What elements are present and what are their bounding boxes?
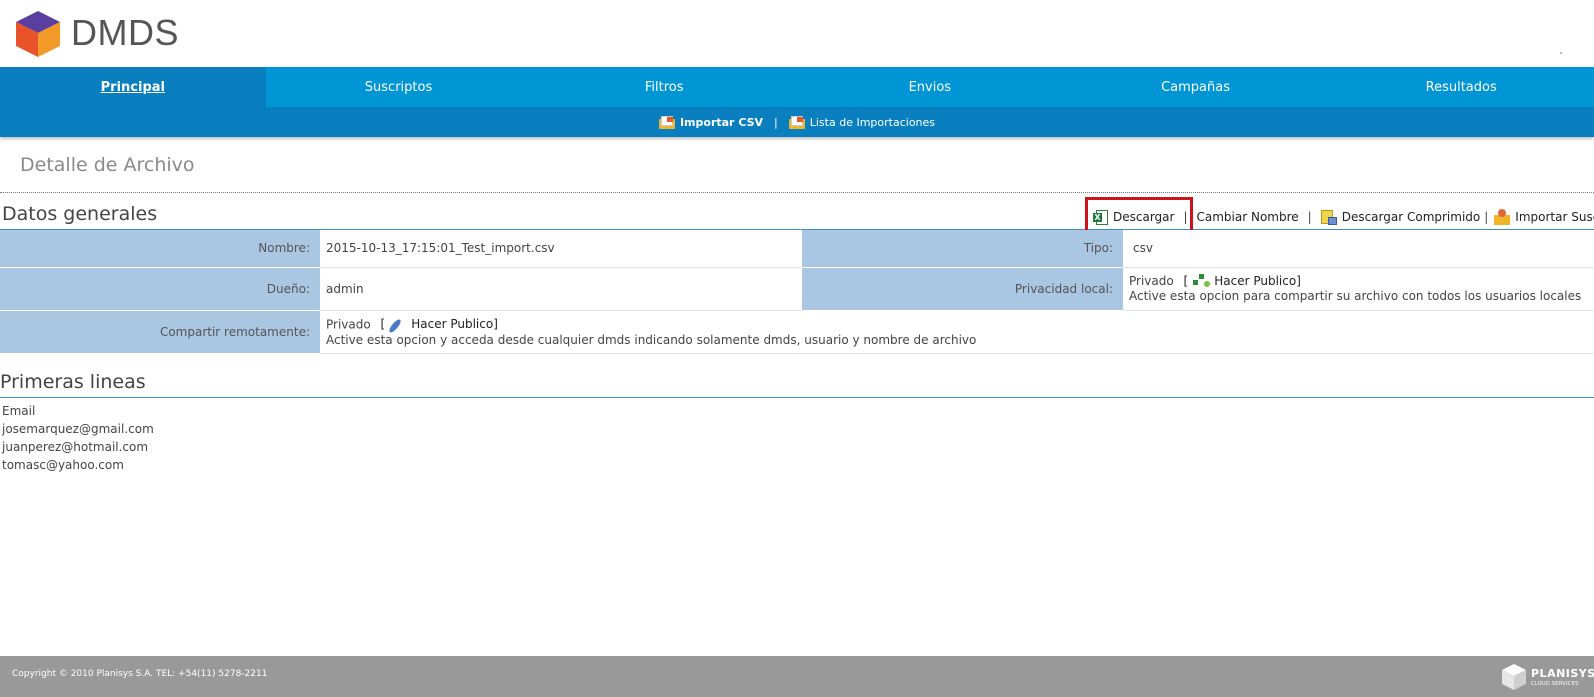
rename-label: Cambiar Nombre	[1196, 210, 1299, 224]
file-details-table: Nombre: 2015-10-13_17:15:01_Test_import.…	[0, 230, 1594, 354]
general-section-title: Datos generales	[2, 203, 158, 225]
owner-label: Dueño:	[0, 267, 320, 311]
main-nav: Principal Suscriptos Filtros Envios Camp…	[0, 67, 1594, 107]
feather-icon	[387, 317, 407, 334]
remote-share-label: Compartir remotamente:	[0, 310, 320, 354]
first-lines-list: Email josemarquez@gmail.com juanperez@ho…	[2, 402, 154, 474]
remote-share-cell: Privado [ Hacer Publico] Active esta opc…	[320, 310, 1594, 354]
network-share-icon	[1192, 274, 1211, 288]
compressed-file-icon	[1320, 209, 1337, 225]
list-folder-icon	[788, 115, 805, 129]
import-subscribers-button[interactable]: Importar Suscripto	[1494, 209, 1594, 225]
footer-brand: PLANISYS	[1531, 667, 1594, 680]
name-value: 2015-10-13_17:15:01_Test_import.csv	[320, 230, 802, 268]
sub-nav: Importar CSV | Lista de Importaciones	[0, 107, 1594, 137]
footer-brand-sub: CLOUD SERVICES	[1531, 681, 1579, 687]
table-row: Dueño: admin Privacidad local: Privado […	[0, 267, 1594, 311]
local-privacy-label: Privacidad local:	[802, 267, 1123, 311]
first-lines-title: Primeras lineas	[0, 371, 146, 393]
import-csv-label: Importar CSV	[679, 115, 764, 129]
local-make-public-link[interactable]: [ Hacer Publico]	[1184, 274, 1301, 288]
brand-name: DMDS	[71, 12, 179, 53]
footer: Copyright © 2010 Planisys S.A. TEL: +54(…	[0, 656, 1594, 697]
download-zip-button[interactable]: Descargar Comprimido	[1320, 209, 1481, 225]
list-item: josemarquez@gmail.com	[2, 422, 154, 436]
local-make-public-label: Hacer Publico]	[1214, 274, 1301, 288]
import-icon	[1494, 209, 1511, 225]
page-title: Detalle de Archivo	[20, 154, 195, 176]
type-value: csv	[1123, 230, 1594, 268]
import-list-label: Lista de Importaciones	[809, 115, 936, 129]
list-item: juanperez@hotmail.com	[2, 440, 149, 454]
table-row: Nombre: 2015-10-13_17:15:01_Test_import.…	[0, 230, 1594, 268]
copyright-text: Copyright © 2010 Planisys S.A. TEL: +54(…	[12, 669, 268, 679]
title-divider	[0, 192, 1594, 193]
name-label: Nombre:	[0, 230, 320, 268]
owner-value: admin	[320, 267, 802, 311]
rename-button[interactable]: Cambiar Nombre	[1197, 210, 1299, 224]
remote-make-public-link[interactable]: [ Hacer Publico]	[380, 317, 498, 334]
remote-make-public-bracket: [	[380, 317, 386, 331]
import-list-link[interactable]: Lista de Importaciones	[788, 115, 936, 129]
planisys-logo-icon	[1502, 664, 1526, 690]
subnav-separator: |	[774, 115, 778, 129]
header: DMDS	[0, 0, 1594, 67]
list-item: Email	[2, 404, 36, 418]
action-separator: |	[1484, 210, 1489, 224]
local-make-public-bracket: [	[1183, 274, 1189, 288]
remote-share-desc: Active esta opcion y acceda desde cualqu…	[326, 332, 977, 347]
download-zip-label: Descargar Comprimido	[1341, 210, 1481, 224]
tab-resultados[interactable]: Resultados	[1328, 67, 1594, 107]
header-decoration	[1560, 52, 1562, 54]
remote-make-public-label: Hacer Publico]	[411, 317, 498, 331]
remote-privacy-state: Privado	[326, 317, 371, 331]
import-subscribers-label: Importar Suscripto	[1515, 210, 1594, 224]
dmds-logo-icon	[16, 11, 60, 57]
tab-filtros[interactable]: Filtros	[531, 67, 797, 107]
tab-principal[interactable]: Principal	[0, 67, 266, 107]
tab-campanas[interactable]: Campañas	[1063, 67, 1329, 107]
tab-envios[interactable]: Envios	[797, 67, 1063, 107]
tab-suscriptos[interactable]: Suscriptos	[266, 67, 532, 107]
local-privacy-desc: Active esta opcion para compartir su arc…	[1129, 289, 1582, 303]
action-separator: |	[1307, 210, 1312, 224]
local-privacy-cell: Privado [ Hacer Publico] Active esta opc…	[1123, 267, 1594, 311]
table-row: Compartir remotamente: Privado [ Hacer P…	[0, 310, 1594, 354]
type-label: Tipo:	[802, 230, 1123, 268]
import-folder-icon	[658, 115, 675, 129]
local-privacy-state: Privado	[1129, 274, 1174, 288]
import-csv-link[interactable]: Importar CSV	[658, 115, 764, 129]
list-item: tomasc@yahoo.com	[2, 458, 124, 472]
first-lines-line	[0, 397, 1594, 398]
